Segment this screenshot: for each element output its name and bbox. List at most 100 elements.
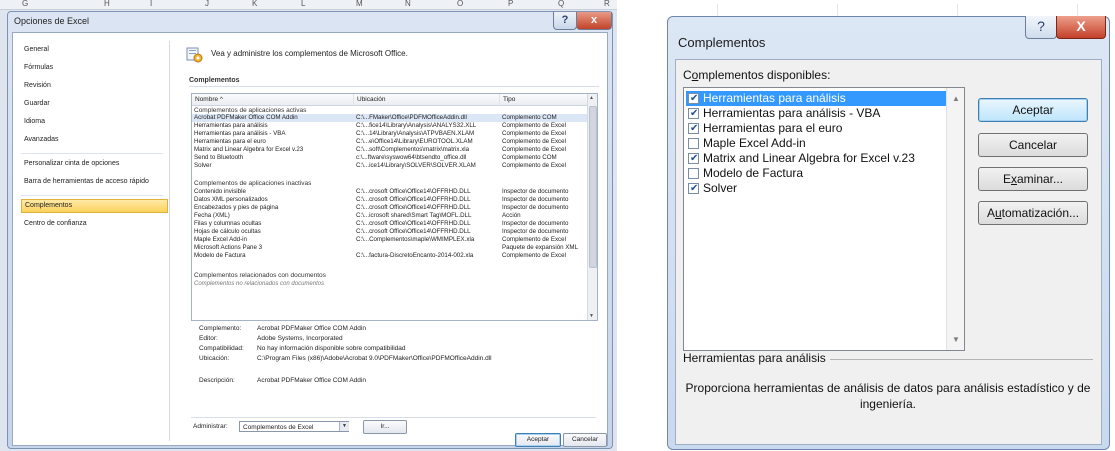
- checkbox[interactable]: [688, 181, 699, 196]
- scroll-thumb[interactable]: [589, 106, 597, 268]
- list-scrollbar[interactable]: ▲ ▼: [587, 94, 597, 320]
- complementos-dialog-frame: Complementos ? X Complementos disponible…: [667, 16, 1110, 450]
- ok-button[interactable]: Aceptar: [515, 433, 561, 447]
- nav-item-centro-confianza[interactable]: Centro de confianza: [21, 217, 166, 231]
- column-header[interactable]: R: [604, 0, 610, 8]
- column-header-location[interactable]: Ubicación: [354, 94, 500, 106]
- table-row[interactable]: Maple Excel Add-in C:\...Complementos\ma…: [192, 236, 588, 244]
- gridline: [717, 4, 718, 16]
- detail-value: C:\Program Files (x86)\Adobe\Acrobat 9.0…: [257, 355, 492, 362]
- column-header[interactable]: H: [104, 0, 110, 8]
- column-header[interactable]: O: [457, 0, 463, 8]
- column-header-type[interactable]: Tipo: [500, 94, 592, 106]
- options-nav: General Fórmulas Revisión Guardar Idioma…: [19, 41, 170, 441]
- table-row[interactable]: Solver C:\...ice14\Library\SOLVER\SOLVER…: [192, 162, 588, 170]
- nav-item-formulas[interactable]: Fórmulas: [21, 61, 166, 75]
- checkbox[interactable]: [688, 151, 699, 166]
- table-row[interactable]: Encabezados y pies de página C:\...croso…: [192, 204, 588, 212]
- column-header[interactable]: N: [405, 0, 411, 8]
- button-text-part: E: [1002, 172, 1011, 186]
- table-row[interactable]: Contenido invisible C:\...crosoft Office…: [192, 188, 588, 196]
- ok-button[interactable]: Aceptar: [978, 98, 1088, 122]
- manage-select[interactable]: Complementos de Excel: [239, 421, 349, 432]
- nav-item-general[interactable]: General: [21, 43, 166, 57]
- checkbox[interactable]: [688, 91, 699, 106]
- list-item[interactable]: Modelo de Factura: [686, 166, 949, 181]
- table-row[interactable]: Acrobat PDFMaker Office COM Addin C:\...…: [192, 114, 588, 122]
- column-header[interactable]: K: [252, 0, 257, 8]
- table-row[interactable]: Microsoft Actions Pane 3 Paquete de expa…: [192, 244, 588, 252]
- table-row[interactable]: Datos XML personalizados C:\...crosoft O…: [192, 196, 588, 204]
- cell-location: C:\...crosoft Office\Office14\OFFRHD.DLL: [356, 220, 471, 227]
- chevron-down-icon[interactable]: ▼: [339, 422, 349, 431]
- table-row[interactable]: Send to Bluetooth c:\...ftware\syswow64\…: [192, 154, 588, 162]
- column-header[interactable]: G: [22, 0, 28, 8]
- detail-value: Acrobat PDFMaker Office COM Addin: [257, 325, 366, 332]
- table-row[interactable]: Filas y columnas ocultas C:\...crosoft O…: [192, 220, 588, 228]
- label-text-part: C: [683, 68, 692, 82]
- list-item[interactable]: Maple Excel Add-in: [686, 136, 949, 151]
- column-header-name[interactable]: Nombre ^: [192, 94, 354, 106]
- cell-location: C:\...e\Office14\Library\EUROTOOL.XLAM: [356, 138, 473, 145]
- cell-type: Complemento de Excel: [502, 162, 566, 169]
- column-header[interactable]: P: [508, 0, 513, 8]
- scroll-up-icon[interactable]: ▲: [589, 95, 594, 101]
- nav-item-personalizar-cinta[interactable]: Personalizar cinta de opciones: [21, 157, 166, 171]
- cell-location: C:\...crosoft Office\Office14\OFFRHD.DLL: [356, 196, 471, 203]
- nav-item-complementos[interactable]: Complementos: [21, 199, 168, 213]
- nav-item-guardar[interactable]: Guardar: [21, 97, 166, 111]
- browse-button[interactable]: Examinar...: [978, 167, 1088, 191]
- column-header[interactable]: L: [301, 0, 305, 8]
- label-text-part: mplementos disponibles:: [698, 68, 831, 82]
- cell-name: Fecha (XML): [194, 212, 230, 219]
- close-button[interactable]: X: [1056, 16, 1106, 39]
- cell-name: Filas y columnas ocultas: [194, 220, 262, 227]
- cell-location: C:\...soft\Complementos\matrix\matrix.xl…: [356, 146, 470, 153]
- cancel-button[interactable]: Cancelar: [563, 433, 607, 447]
- scroll-down-icon[interactable]: ▼: [952, 335, 960, 344]
- list-item[interactable]: Herramientas para el euro: [686, 121, 949, 136]
- nav-item-avanzadas[interactable]: Avanzadas: [21, 133, 166, 147]
- table-row[interactable]: Fecha (XML) C:\...icrosoft shared\Smart …: [192, 212, 588, 220]
- options-dialog-body: General Fórmulas Revisión Guardar Idioma…: [12, 32, 608, 447]
- checkbox[interactable]: [688, 168, 699, 179]
- list-item[interactable]: Herramientas para análisis: [686, 91, 949, 106]
- nav-item-revision[interactable]: Revisión: [21, 79, 166, 93]
- table-row[interactable]: Herramientas para análisis C:\...fice14\…: [192, 122, 588, 130]
- cell-location: C:\...factura-DiscretoEncanto-2014-002.x…: [356, 252, 474, 259]
- table-row[interactable]: Matrix and Linear Algebra for Excel v.23…: [192, 146, 588, 154]
- table-row[interactable]: Modelo de Factura C:\...factura-Discreto…: [192, 252, 588, 260]
- list-item[interactable]: Herramientas para análisis - VBA: [686, 106, 949, 121]
- column-header[interactable]: Q: [558, 0, 564, 8]
- checkbox[interactable]: [688, 138, 699, 149]
- table-row[interactable]: Herramientas para el euro C:\...e\Office…: [192, 138, 588, 146]
- scroll-down-icon[interactable]: ▼: [589, 313, 594, 319]
- checkbox[interactable]: [688, 106, 699, 121]
- cell-type: Complemento de Excel: [502, 252, 566, 259]
- checkbox[interactable]: [688, 121, 699, 136]
- close-button[interactable]: x: [576, 12, 612, 30]
- cell-type: Complemento de Excel: [502, 122, 566, 129]
- cell-type: Complemento de Excel: [502, 138, 566, 145]
- column-header[interactable]: J: [205, 0, 209, 8]
- cancel-button[interactable]: Cancelar: [978, 133, 1088, 157]
- scroll-up-icon[interactable]: ▲: [952, 94, 960, 103]
- automation-button[interactable]: Automatización...: [978, 201, 1088, 225]
- panel-header-text: Vea y administre los complementos de Mic…: [211, 49, 408, 58]
- nav-item-idioma[interactable]: Idioma: [21, 115, 166, 129]
- list-item[interactable]: Matrix and Linear Algebra for Excel v.23: [686, 151, 949, 166]
- list-item-label: Herramientas para análisis: [703, 91, 846, 105]
- excel-options-window: G H I J K L M N O P Q R Opciones de Exce…: [0, 0, 617, 451]
- list-scrollbar[interactable]: ▲ ▼: [946, 88, 964, 350]
- button-accesskey: u: [994, 206, 1002, 220]
- table-row[interactable]: Hojas de cálculo ocultas C:\...crosoft O…: [192, 228, 588, 236]
- help-button[interactable]: ?: [1025, 16, 1057, 39]
- column-header[interactable]: M: [356, 0, 363, 8]
- table-row[interactable]: Herramientas para análisis - VBA C:\...1…: [192, 130, 588, 138]
- column-header[interactable]: I: [150, 0, 152, 8]
- list-item[interactable]: Solver: [686, 181, 949, 196]
- help-button[interactable]: ?: [553, 12, 577, 30]
- go-button[interactable]: Ir...: [363, 420, 407, 434]
- nav-item-barra-acceso-rapido[interactable]: Barra de herramientas de acceso rápido: [21, 175, 166, 189]
- spreadsheet-column-headers: G H I J K L M N O P Q R: [0, 0, 617, 10]
